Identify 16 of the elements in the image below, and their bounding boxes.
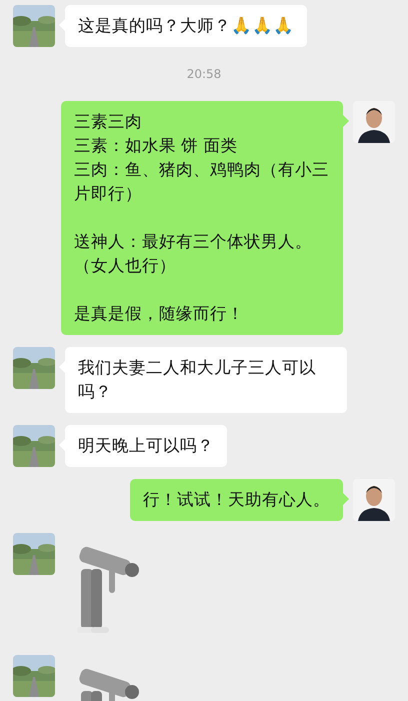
message-text: 三肉：鱼、猪肉、鸡鸭肉（有小三片即行） xyxy=(74,159,330,205)
emoji: 🙏🙏🙏 xyxy=(231,16,294,35)
message-text: 三素三肉 xyxy=(74,111,143,133)
message-text: 我们夫妻二人和大儿子三人可以吗？ xyxy=(78,357,317,403)
message-bubble[interactable]: 三素三肉 三素：如水果 饼 面类 三肉：鱼、猪肉、鸡鸭肉（有小三片即行） 送神人：最好有三个体状男人。（女人也行） 是真是假，随缘而行！ xyxy=(61,101,343,335)
message-text: 三素：如水果 饼 面类 xyxy=(74,135,238,157)
message-text: 是真是假，随缘而行！ xyxy=(74,303,245,325)
message-bubble[interactable]: 这是真的吗？大师？🙏🙏🙏 xyxy=(65,5,307,47)
timestamp: 20:58 xyxy=(186,66,222,83)
message-text: 送神人：最好有三个体状男人。（女人也行） xyxy=(74,231,313,277)
message-bubble[interactable]: 明天晚上可以吗？ xyxy=(65,425,227,467)
message-text: 行！试试！天助有心人。 xyxy=(143,489,330,511)
message-text: 明天晚上可以吗？ xyxy=(78,435,214,457)
message-text: 这是真的吗？大师？🙏🙏🙏 xyxy=(78,15,294,37)
message-bubble[interactable]: 我们夫妻二人和大儿子三人可以吗？ xyxy=(65,347,347,413)
message-bubble[interactable]: 行！试试！天助有心人。 xyxy=(130,479,343,521)
